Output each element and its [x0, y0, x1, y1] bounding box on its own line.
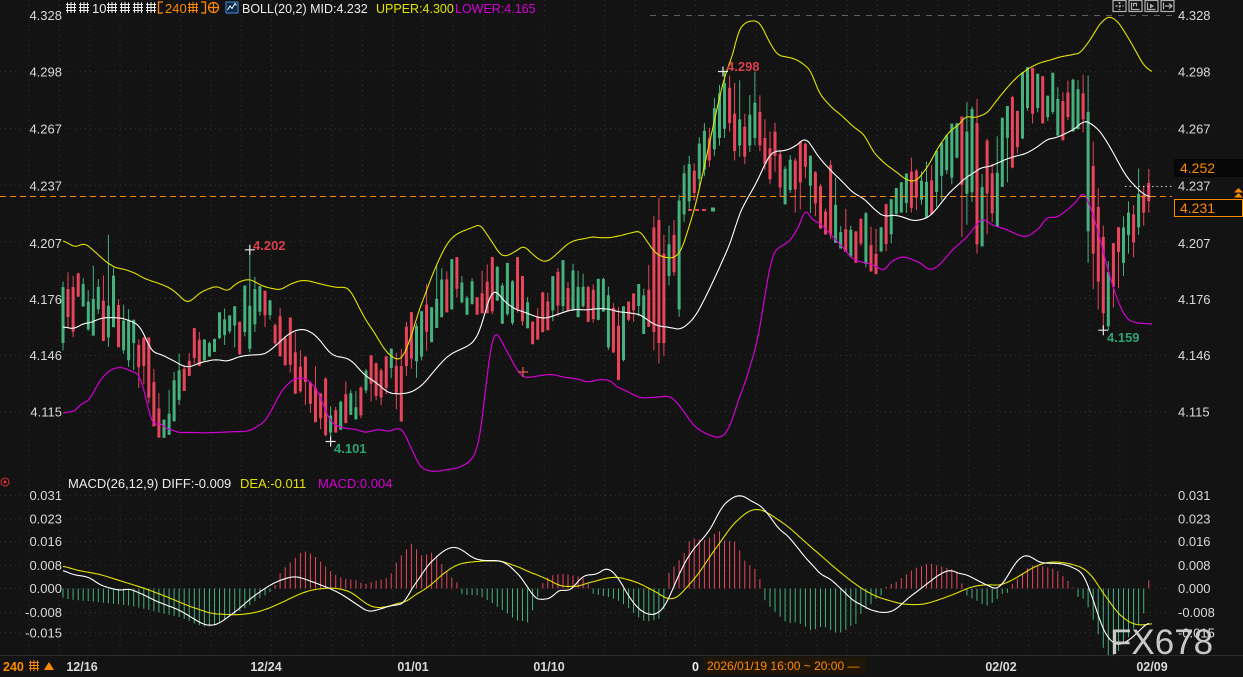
- svg-text:4.146: 4.146: [1178, 348, 1211, 363]
- svg-text:4.231: 4.231: [1180, 200, 1215, 216]
- svg-text:0.000: 0.000: [1178, 581, 1211, 596]
- svg-text:01/10: 01/10: [533, 660, 564, 674]
- svg-text:0.000: 0.000: [29, 581, 62, 596]
- svg-text:4.146: 4.146: [29, 348, 62, 363]
- svg-text:4.176: 4.176: [1178, 292, 1211, 307]
- svg-text:4.237: 4.237: [29, 179, 62, 194]
- svg-text:0.023: 0.023: [29, 512, 62, 527]
- svg-text:0.008: 0.008: [29, 558, 62, 573]
- svg-text:LOWER:4.165: LOWER:4.165: [455, 2, 536, 16]
- svg-text:4.101: 4.101: [334, 441, 367, 456]
- svg-text:4.207: 4.207: [29, 236, 62, 251]
- svg-text:MACD(26,12,9) DIFF:-0.009: MACD(26,12,9) DIFF:-0.009: [68, 476, 231, 491]
- svg-text:4.207: 4.207: [1178, 236, 1211, 251]
- svg-text:02/02: 02/02: [985, 660, 1016, 674]
- svg-text:0.031: 0.031: [1178, 488, 1211, 503]
- svg-text:4.252: 4.252: [1180, 160, 1215, 176]
- svg-text:4.328: 4.328: [29, 8, 62, 23]
- svg-text:4.298: 4.298: [727, 59, 760, 74]
- svg-text:240: 240: [3, 660, 24, 674]
- svg-text:4.237: 4.237: [1178, 179, 1211, 194]
- svg-text:0.016: 0.016: [1178, 534, 1211, 549]
- svg-text:4.176: 4.176: [29, 292, 62, 307]
- svg-text:4.267: 4.267: [1178, 122, 1211, 137]
- svg-text:4.159: 4.159: [1107, 330, 1140, 345]
- svg-text:4.115: 4.115: [1178, 405, 1210, 420]
- svg-text:-0.015: -0.015: [25, 625, 62, 640]
- svg-text:0.008: 0.008: [1178, 558, 1211, 573]
- svg-text:BOLL(20,2) MID:4.232: BOLL(20,2) MID:4.232: [242, 2, 368, 16]
- svg-text:0.016: 0.016: [29, 534, 62, 549]
- svg-text:4.267: 4.267: [29, 122, 62, 137]
- svg-text:12/16: 12/16: [66, 660, 97, 674]
- svg-text:0: 0: [692, 660, 699, 674]
- svg-text:10: 10: [92, 1, 106, 16]
- svg-text:MACD:0.004: MACD:0.004: [318, 476, 392, 491]
- svg-text:4.298: 4.298: [29, 65, 62, 80]
- svg-text:2026/01/19 16:00 ~ 20:00 —: 2026/01/19 16:00 ~ 20:00 —: [707, 659, 859, 673]
- svg-text:4.115: 4.115: [30, 405, 62, 420]
- svg-text:FX678: FX678: [1110, 623, 1213, 662]
- svg-text:0.023: 0.023: [1178, 512, 1211, 527]
- svg-text:240: 240: [165, 1, 187, 16]
- svg-text:02/09: 02/09: [1136, 660, 1167, 674]
- svg-text:UPPER:4.300: UPPER:4.300: [376, 2, 454, 16]
- svg-text:4.298: 4.298: [1178, 65, 1211, 80]
- svg-text:DEA:-0.011: DEA:-0.011: [240, 476, 306, 491]
- svg-text:01/01: 01/01: [397, 660, 428, 674]
- svg-text:-0.008: -0.008: [25, 605, 62, 620]
- svg-text:0.031: 0.031: [29, 488, 62, 503]
- svg-text:12/24: 12/24: [250, 660, 281, 674]
- svg-text:4.202: 4.202: [253, 238, 286, 253]
- svg-text:4.328: 4.328: [1178, 8, 1211, 23]
- svg-text:-0.008: -0.008: [1178, 605, 1215, 620]
